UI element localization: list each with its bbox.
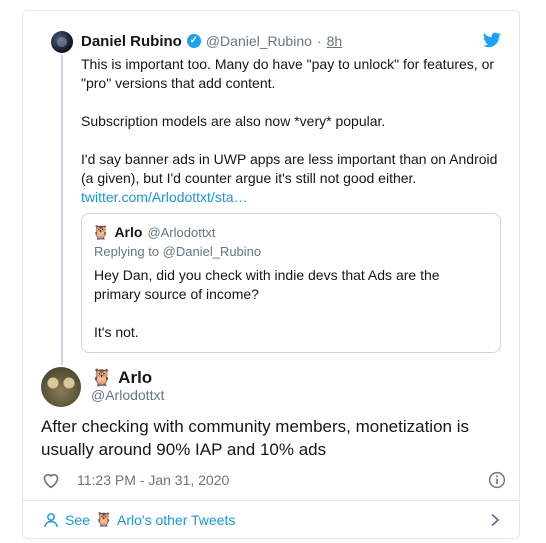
heart-icon[interactable] <box>41 471 61 489</box>
verified-badge-icon: ✓ <box>186 34 201 48</box>
info-icon[interactable] <box>488 471 506 489</box>
owl-emoji-icon: 🦉 <box>91 368 113 387</box>
main-author-name[interactable]: Arlo <box>118 368 152 388</box>
quoted-tweet-text: Hey Dan, did you check with indie devs t… <box>94 266 489 361</box>
parent-paragraph: Subscription models are also now *very* … <box>81 113 386 129</box>
thread-connector-line <box>61 55 63 365</box>
replying-to-label: Replying to @Daniel_Rubino <box>94 244 262 259</box>
parent-tweet-text: This is important too. Many do have "pay… <box>81 55 506 207</box>
quoted-tweet-link[interactable]: twitter.com/Arlodottxt/sta… <box>81 188 506 207</box>
tweet-timestamp[interactable]: 11:23 PM - Jan 31, 2020 <box>77 472 229 488</box>
other-tweets-link[interactable]: Arlo's other Tweets <box>117 512 235 528</box>
quoted-author-handle: @Arlodottxt <box>147 224 216 240</box>
daniel-rubino-avatar[interactable] <box>51 31 73 53</box>
quoted-tweet[interactable]: 🦉 Arlo @Arlodottxt Replying to @Daniel_R… <box>81 213 501 353</box>
main-author-handle[interactable]: @Arlodottxt <box>91 387 164 403</box>
owl-emoji-icon: 🦉 <box>95 511 113 527</box>
quoted-paragraph: It's not. <box>94 324 139 340</box>
parent-tweet-header: Daniel Rubino ✓ @Daniel_Rubino · 8h <box>81 31 342 51</box>
main-tweet-text: After checking with community members, m… <box>41 417 469 459</box>
main-tweet-header: 🦉 Arlo <box>91 368 152 388</box>
quoted-paragraph: Hey Dan, did you check with indie devs t… <box>94 267 440 302</box>
owl-emoji-icon: 🦉 <box>92 224 110 240</box>
see-other-tweets-row[interactable]: See 🦉 Arlo's other Tweets <box>23 501 519 538</box>
quoted-tweet-header: 🦉 Arlo @Arlodottxt <box>92 224 216 240</box>
see-label[interactable]: See <box>65 512 90 528</box>
parent-paragraph: This is important too. Many do have "pay… <box>81 56 495 91</box>
embedded-tweet-card: Daniel Rubino ✓ @Daniel_Rubino · 8h This… <box>22 10 520 539</box>
parent-tweet-time[interactable]: 8h <box>327 33 343 49</box>
quoted-author-name: Arlo <box>114 224 143 240</box>
separator-dot: · <box>316 33 322 49</box>
arlo-avatar[interactable] <box>41 367 81 407</box>
parent-paragraph: I'd say banner ads in UWP apps are less … <box>81 151 498 186</box>
parent-author-handle[interactable]: @Daniel_Rubino <box>206 33 312 49</box>
twitter-bird-icon[interactable] <box>483 32 501 48</box>
parent-author-name[interactable]: Daniel Rubino <box>81 33 182 50</box>
person-icon <box>44 513 58 528</box>
chevron-right-icon[interactable] <box>489 513 501 527</box>
tweet-meta-row: 11:23 PM - Jan 31, 2020 <box>41 470 506 490</box>
